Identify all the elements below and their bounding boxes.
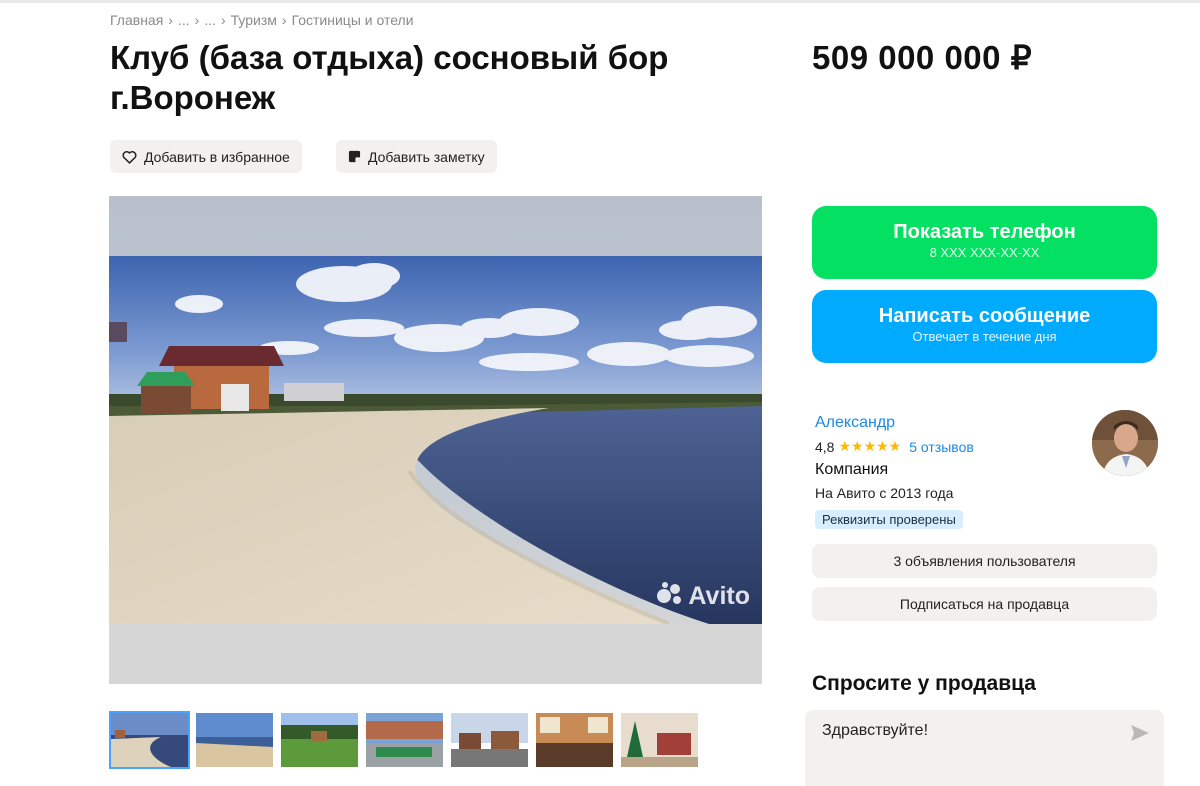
add-note-button[interactable]: Добавить заметку bbox=[336, 140, 497, 173]
breadcrumb-home[interactable]: Главная bbox=[110, 12, 163, 28]
reviews-link[interactable]: 5 отзывов bbox=[909, 439, 974, 455]
listing-price: 509 000 000 ₽ bbox=[812, 39, 1033, 76]
verified-badge: Реквизиты проверены bbox=[815, 510, 963, 529]
show-phone-button[interactable]: Показать телефон 8 XXX XXX-XX-XX bbox=[812, 206, 1157, 279]
breadcrumb-tourism[interactable]: Туризм bbox=[231, 12, 277, 28]
thumbnail-1[interactable] bbox=[109, 711, 190, 769]
favorite-label: Добавить в избранное bbox=[144, 148, 290, 165]
subscribe-seller-button[interactable]: Подписаться на продавца bbox=[812, 587, 1157, 621]
write-message-button[interactable]: Написать сообщение Отвечает в течение дн… bbox=[812, 290, 1157, 363]
breadcrumb-hotels[interactable]: Гостиницы и отели bbox=[292, 12, 414, 28]
show-phone-label: Показать телефон bbox=[893, 221, 1076, 243]
thumbnail-6[interactable] bbox=[534, 711, 615, 769]
thumbnail-2[interactable] bbox=[194, 711, 275, 769]
response-time: Отвечает в течение дня bbox=[912, 329, 1057, 344]
thumbnail-7[interactable] bbox=[619, 711, 700, 769]
message-text: Здравствуйте! bbox=[822, 722, 929, 739]
breadcrumb-item[interactable]: ... bbox=[204, 12, 216, 28]
heart-icon bbox=[122, 150, 137, 164]
thumbnail-strip bbox=[109, 711, 700, 769]
send-icon[interactable] bbox=[1130, 724, 1150, 747]
avito-watermark: Avito bbox=[656, 581, 750, 612]
breadcrumb: Главная › ... › ... › Туризм › Гостиницы… bbox=[110, 12, 414, 28]
message-input[interactable]: Здравствуйте! bbox=[805, 710, 1164, 786]
watermark-text: Avito bbox=[688, 582, 750, 610]
breadcrumb-separator: › bbox=[220, 12, 226, 28]
listing-title: Клуб (база отдыха) сосновый бор г.Вороне… bbox=[110, 39, 669, 116]
add-to-favorites-button[interactable]: Добавить в избранное bbox=[110, 140, 302, 173]
photo-backdrop bbox=[109, 624, 762, 684]
breadcrumb-separator: › bbox=[168, 12, 173, 28]
note-label: Добавить заметку bbox=[368, 148, 485, 165]
seller-since: На Авито с 2013 года bbox=[815, 485, 954, 501]
top-divider bbox=[0, 0, 1200, 3]
write-message-label: Написать сообщение bbox=[878, 305, 1091, 327]
seller-type: Компания bbox=[815, 461, 889, 478]
ask-seller-title: Спросите у продавца bbox=[812, 672, 1036, 695]
star-rating-icon: ★★★★★ bbox=[838, 438, 902, 454]
thumbnail-4[interactable] bbox=[364, 711, 445, 769]
seller-rating: 4,8 ★★★★★ 5 отзывов bbox=[815, 438, 974, 455]
main-photo[interactable]: Avito bbox=[109, 196, 762, 684]
seller-name[interactable]: Александр bbox=[815, 414, 895, 432]
masked-phone: 8 XXX XXX-XX-XX bbox=[929, 245, 1040, 260]
beach-photo bbox=[109, 256, 762, 624]
avito-logo-icon bbox=[656, 581, 684, 612]
note-icon bbox=[348, 150, 361, 163]
avatar[interactable] bbox=[1092, 410, 1158, 476]
thumbnail-5[interactable] bbox=[449, 711, 530, 769]
user-listings-button[interactable]: 3 объявления пользователя bbox=[812, 544, 1157, 578]
thumbnail-3[interactable] bbox=[279, 711, 360, 769]
breadcrumb-item[interactable]: ... bbox=[178, 12, 190, 28]
breadcrumb-separator: › bbox=[194, 12, 200, 28]
breadcrumb-separator: › bbox=[281, 12, 287, 28]
rating-value: 4,8 bbox=[815, 438, 835, 455]
